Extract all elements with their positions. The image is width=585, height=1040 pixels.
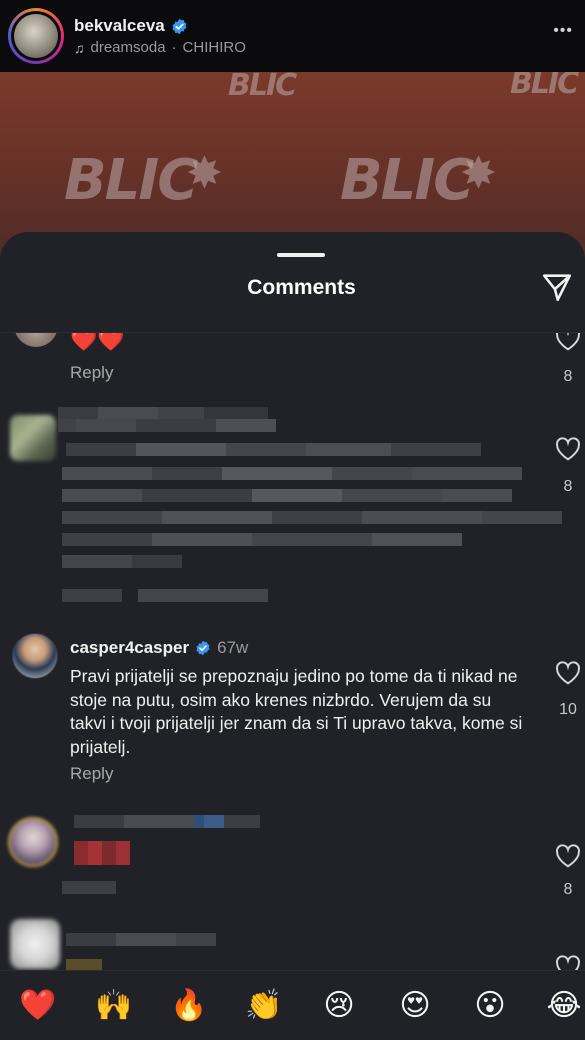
blic-watermark: BLIC — [228, 72, 297, 103]
comment-timestamp: 67w — [217, 638, 249, 657]
avatar[interactable] — [8, 817, 58, 867]
audio-title[interactable]: CHIHIRO — [183, 39, 246, 56]
reply-button[interactable]: Reply — [70, 764, 113, 784]
verified-badge-icon — [172, 18, 187, 34]
heart-eyes-emoji-button[interactable]: 😍 — [396, 987, 434, 1025]
blurred-username — [74, 815, 260, 828]
blic-watermark: BLIC — [510, 72, 579, 101]
sheet-title: Comments — [247, 276, 356, 299]
comment-text: ❤️❤️ — [70, 333, 125, 353]
like-heart-icon[interactable] — [555, 333, 581, 351]
red-heart-emoji-button[interactable]: ❤️ — [19, 987, 57, 1025]
avatar[interactable] — [10, 415, 56, 461]
burst-icon: ✸ — [186, 149, 223, 198]
like-heart-icon[interactable] — [555, 661, 581, 685]
avatar — [14, 14, 58, 58]
blurred-line — [62, 511, 562, 524]
comment-reaction: ❤️❤️ — [70, 333, 125, 352]
like-heart-icon[interactable] — [555, 437, 581, 461]
audio-artist[interactable]: dreamsoda — [91, 39, 166, 56]
avatar[interactable] — [12, 633, 58, 679]
blurred-username — [66, 933, 216, 946]
blurred-meta — [62, 589, 268, 602]
blurred-reaction — [74, 841, 130, 865]
fire-emoji-button[interactable]: 🔥 — [170, 987, 208, 1025]
crying-face-emoji-button[interactable]: 😢 — [320, 987, 358, 1025]
avatar[interactable] — [14, 333, 58, 347]
burst-icon: ✸ — [460, 149, 497, 198]
blurred-line — [58, 419, 276, 432]
clapping-hands-emoji-button[interactable]: 👏 — [245, 987, 283, 1025]
blurred-line — [62, 467, 522, 480]
comment-username[interactable]: casper4casper — [70, 638, 189, 658]
comment-text: Pravi prijatelji se prepoznaju jedino po… — [70, 666, 523, 757]
blurred-meta — [62, 881, 116, 894]
comments-list[interactable]: ❤️❤️ Reply 8 8 casper4casper 67w Pravi p… — [0, 333, 585, 973]
raised-hands-emoji-button[interactable]: 🙌 — [95, 987, 133, 1025]
music-note-icon: ♫ — [74, 39, 85, 56]
like-count: 8 — [563, 881, 573, 898]
blic-watermark: BLIC — [340, 148, 474, 213]
comments-sheet: Comments ❤️❤️ Reply 8 8 casper4casper 67… — [0, 232, 585, 1040]
story-ring-avatar[interactable] — [8, 8, 64, 64]
quick-reaction-bar: ❤️ 🙌 🔥 👏 😢 😍 😮 😂 — [0, 970, 585, 1040]
like-count: 8 — [563, 368, 573, 385]
audio-separator: · — [171, 39, 177, 56]
like-count: 10 — [559, 701, 577, 718]
blurred-line — [62, 489, 512, 502]
more-options-icon[interactable]: ••• — [553, 22, 573, 40]
like-count: 8 — [563, 478, 573, 495]
blurred-line — [62, 533, 462, 546]
blurred-line — [62, 555, 182, 568]
surprised-face-emoji-button[interactable]: 😮 — [471, 987, 509, 1025]
reel-header: bekvalceva ♫ dreamsoda · CHIHIRO ••• — [0, 0, 585, 72]
blic-watermark: BLIC — [64, 148, 198, 213]
like-heart-icon[interactable] — [555, 844, 581, 868]
avatar[interactable] — [10, 919, 60, 969]
verified-badge-icon — [196, 640, 210, 656]
share-send-icon[interactable] — [540, 270, 574, 304]
blurred-line — [66, 443, 481, 456]
tears-of-joy-emoji-button[interactable]: 😂 — [545, 987, 583, 1025]
reply-button[interactable]: Reply — [70, 363, 113, 383]
drag-handle[interactable] — [277, 253, 325, 257]
header-username[interactable]: bekvalceva — [74, 16, 165, 36]
